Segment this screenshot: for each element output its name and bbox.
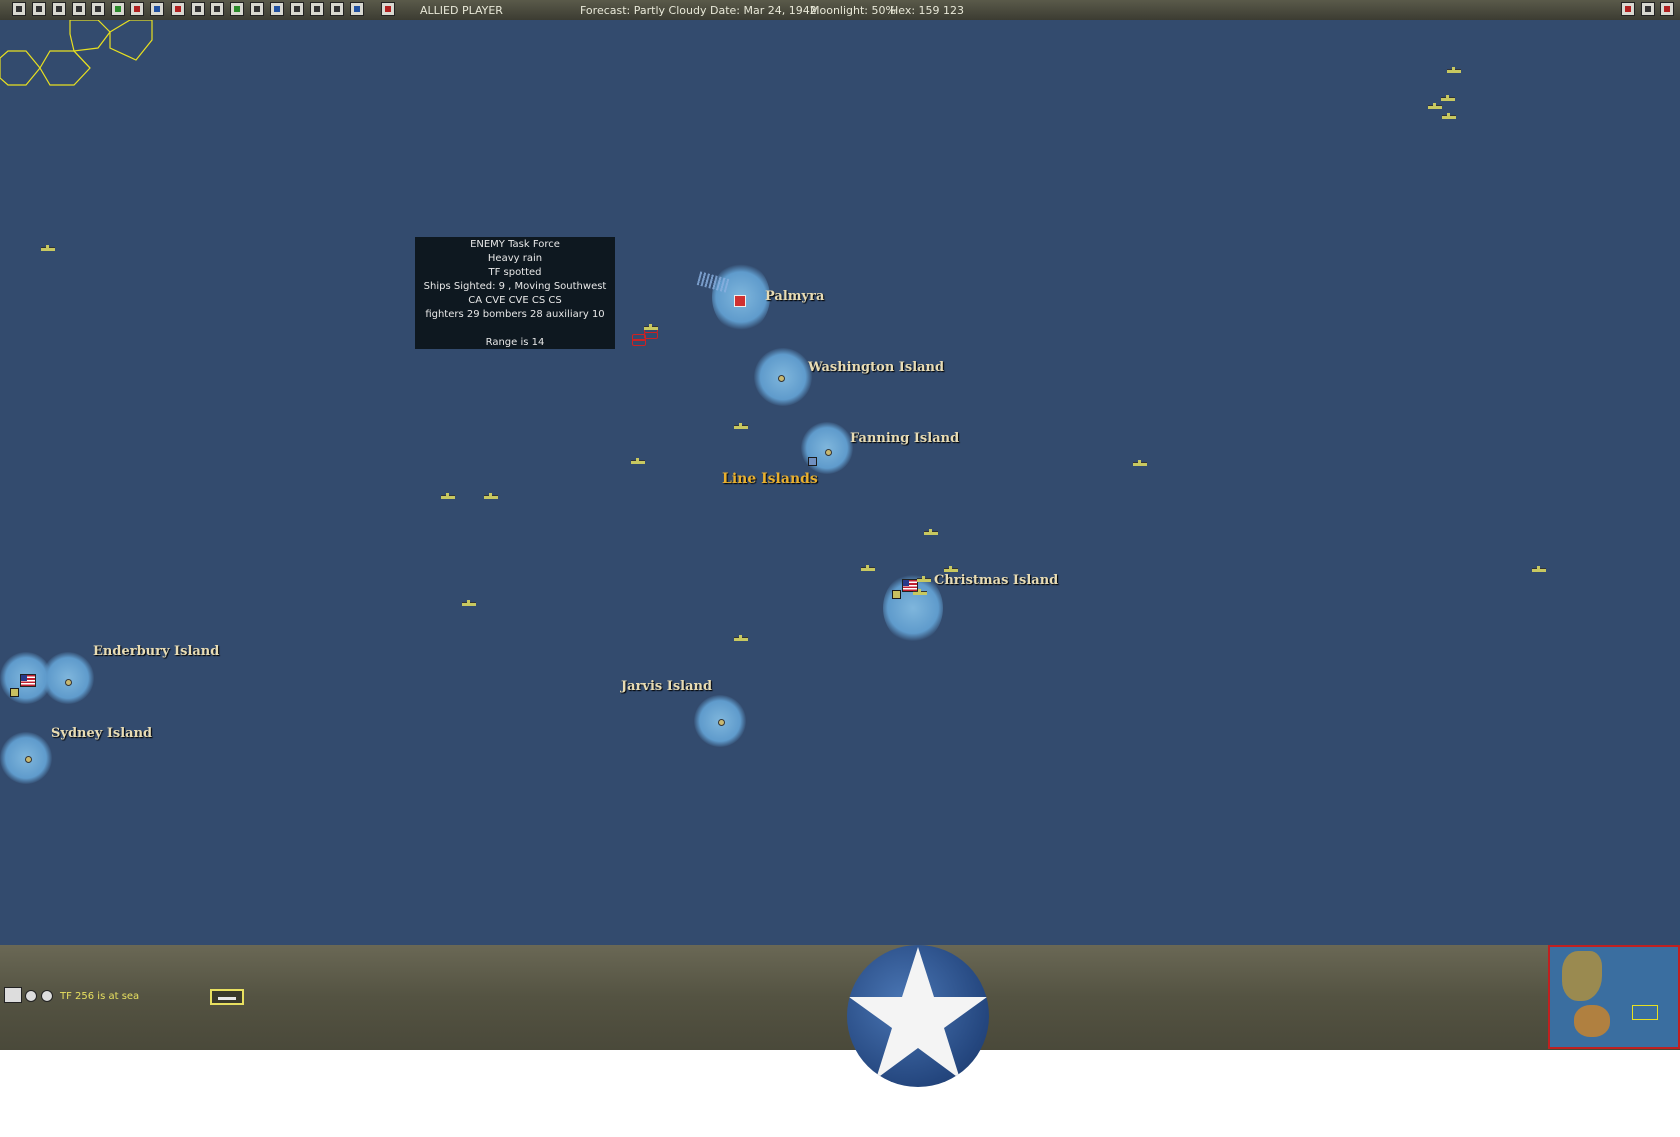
tooltip-title: ENEMY Task Force	[470, 239, 560, 250]
report-icon[interactable]	[32, 2, 46, 16]
ship-icon[interactable]	[944, 566, 958, 572]
ship-icon[interactable]	[644, 324, 658, 330]
player-label: ALLIED PLAYER	[420, 4, 503, 17]
ship-icon[interactable]	[462, 600, 476, 606]
ship-icon[interactable]	[924, 529, 938, 535]
cross-icon[interactable]	[150, 2, 164, 16]
ship-icon[interactable]	[41, 245, 55, 251]
hex-grid-overlay	[0, 20, 153, 86]
tooltip-status: TF spotted	[488, 267, 542, 278]
globe-icon[interactable]	[270, 2, 284, 16]
island-label-christmas: Christmas Island	[934, 573, 1059, 588]
close-icon[interactable]	[1660, 2, 1674, 16]
base-icon[interactable]	[892, 590, 901, 599]
island-label-enderbury: Enderbury Island	[93, 644, 220, 659]
prev-arrow-icon[interactable]	[25, 990, 37, 1002]
strategic-map[interactable]: Palmyra Washington Island Fanning Island…	[0, 20, 1680, 945]
ship-icon[interactable]	[1133, 460, 1147, 466]
minimap[interactable]	[1548, 945, 1680, 1049]
enemy-base-icon[interactable]	[734, 295, 746, 307]
info-icon[interactable]	[91, 2, 105, 16]
target-icon[interactable]	[130, 2, 144, 16]
save-icon[interactable]	[12, 2, 26, 16]
island-marker	[65, 679, 72, 686]
status-message: TF 256 is at sea	[60, 991, 140, 1002]
next-arrow-icon[interactable]	[41, 990, 53, 1002]
tooltip-ships-sighted: Ships Sighted: 9 , Moving Southwest	[423, 281, 607, 292]
ship-icon[interactable]	[1441, 95, 1455, 101]
ship-icon[interactable]	[210, 2, 224, 16]
ship-icon[interactable]	[913, 589, 927, 595]
ship-icon[interactable]	[734, 423, 748, 429]
code-icon[interactable]	[1641, 2, 1655, 16]
bottom-panel: TF 256 is at sea	[0, 945, 1680, 1087]
ship-icon[interactable]	[861, 565, 875, 571]
list-icon[interactable]	[330, 2, 344, 16]
tooltip-aircraft: fighters 29 bombers 28 auxiliary 10	[425, 309, 605, 320]
ship-icon[interactable]	[484, 493, 498, 499]
island-label-jarvis: Jarvis Island	[621, 679, 713, 694]
enemy-ship-icon	[632, 339, 646, 346]
star-icon	[849, 947, 987, 1079]
ship-icon[interactable]	[1447, 67, 1461, 73]
minimap-land	[1574, 1005, 1610, 1037]
forecast-label: Forecast: Partly Cloudy	[580, 4, 707, 17]
ship-icon[interactable]	[734, 635, 748, 641]
ship-icon[interactable]	[917, 576, 931, 582]
tooltip-range: Range is 14	[485, 337, 545, 348]
minimap-viewport-box[interactable]	[1632, 1005, 1658, 1020]
ship-icon[interactable]	[1532, 566, 1546, 572]
ship-icon[interactable]	[441, 493, 455, 499]
ship-list-icon[interactable]	[4, 987, 22, 1003]
info-icon[interactable]	[310, 2, 324, 16]
tooltip-ship-types: CA CVE CVE CS CS	[468, 295, 562, 306]
list-icon[interactable]	[52, 2, 66, 16]
list-icon[interactable]	[72, 2, 86, 16]
island-marker	[718, 719, 725, 726]
play-icon[interactable]	[381, 2, 395, 16]
ship-icon[interactable]	[250, 2, 264, 16]
island-marker	[825, 449, 832, 456]
flag-icon[interactable]	[171, 2, 185, 16]
us-flag-icon[interactable]	[20, 674, 36, 687]
ship-icon[interactable]	[1428, 103, 1442, 109]
island-marker	[25, 756, 32, 763]
top-toolbar: ALLIED PLAYER Forecast: Partly Cloudy Da…	[0, 0, 1680, 21]
island-shallows	[42, 652, 94, 704]
island-label-sydney: Sydney Island	[51, 726, 153, 741]
list-icon[interactable]	[290, 2, 304, 16]
task-force-tooltip: ENEMY Task Force Heavy rain TF spotted S…	[415, 237, 615, 349]
minimap-land	[1562, 951, 1602, 1001]
base-icon[interactable]	[10, 688, 19, 697]
flag-icon[interactable]	[1621, 2, 1635, 16]
region-label: Line Islands	[722, 471, 818, 487]
date-label: Date: Mar 24, 1942	[710, 4, 817, 17]
island-label-washington: Washington Island	[808, 360, 945, 375]
ship-icon[interactable]	[191, 2, 205, 16]
airfield-icon[interactable]	[808, 457, 817, 466]
hex-label: Hex: 159 123	[890, 4, 965, 17]
star-icon[interactable]	[111, 2, 125, 16]
island-label-palmyra: Palmyra	[765, 289, 825, 304]
island-label-fanning: Fanning Island	[850, 431, 960, 446]
moonlight-label: Moonlight: 50%	[810, 4, 896, 17]
tooltip-spacer	[415, 322, 615, 336]
ship-icon[interactable]	[1442, 113, 1456, 119]
island-shallows	[801, 422, 853, 474]
island-marker	[778, 375, 785, 382]
tooltip-weather: Heavy rain	[487, 253, 543, 264]
cloud-icon[interactable]	[350, 2, 364, 16]
chart-icon[interactable]	[230, 2, 244, 16]
us-star-roundel-icon	[847, 945, 989, 1087]
task-force-button[interactable]	[210, 989, 244, 1005]
enemy-ship-icon	[644, 332, 658, 339]
ship-icon[interactable]	[631, 458, 645, 464]
